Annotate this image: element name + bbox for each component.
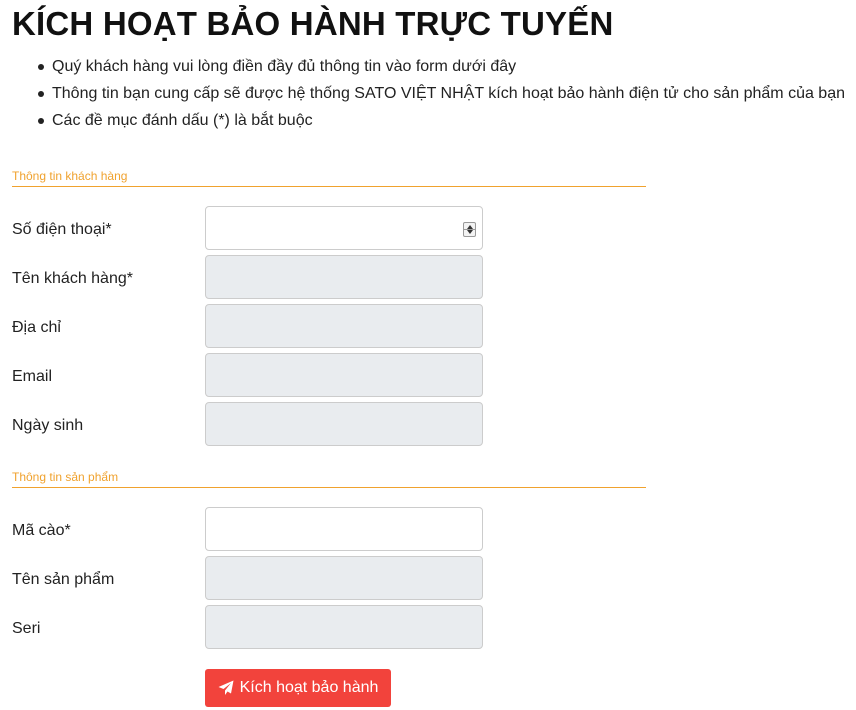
- customer-name-field[interactable]: [205, 255, 483, 299]
- scratch-code-label: Mã cào*: [12, 522, 71, 539]
- serial-input[interactable]: [206, 606, 466, 646]
- email-input[interactable]: [206, 354, 466, 394]
- product-name-field[interactable]: [205, 556, 483, 600]
- number-spinner[interactable]: [463, 222, 476, 237]
- instruction-item: Quý khách hàng vui lòng điền đầy đủ thôn…: [38, 53, 845, 80]
- birthday-input[interactable]: [206, 403, 466, 443]
- birthday-label: Ngày sinh: [12, 417, 84, 434]
- serial-field[interactable]: [205, 605, 483, 649]
- scratch-code-field[interactable]: [205, 507, 483, 551]
- activate-warranty-button[interactable]: Kích hoạt bảo hành: [205, 669, 391, 707]
- phone-input[interactable]: [206, 207, 466, 247]
- phone-label: Số điện thoại*: [12, 221, 112, 238]
- page-title: KÍCH HOẠT BẢO HÀNH TRỰC TUYẾN: [12, 5, 614, 42]
- birthday-field[interactable]: [205, 402, 483, 446]
- phone-field[interactable]: [205, 206, 483, 250]
- product-name-input[interactable]: [206, 557, 466, 597]
- instructions-list: Quý khách hàng vui lòng điền đầy đủ thôn…: [38, 53, 845, 134]
- instruction-item: Các đề mục đánh dấu (*) là bắt buộc: [38, 107, 845, 134]
- serial-label: Seri: [12, 620, 41, 637]
- instruction-item: Thông tin bạn cung cấp sẽ được hệ thống …: [38, 80, 845, 107]
- address-input[interactable]: [206, 305, 466, 345]
- email-field[interactable]: [205, 353, 483, 397]
- customer-name-label: Tên khách hàng*: [12, 270, 133, 287]
- address-field[interactable]: [205, 304, 483, 348]
- address-label: Địa chỉ: [12, 319, 61, 336]
- product-section-legend: Thông tin sản phẩm: [12, 470, 646, 488]
- customer-section-legend: Thông tin khách hàng: [12, 169, 646, 187]
- scratch-code-input[interactable]: [206, 508, 466, 548]
- customer-name-input[interactable]: [206, 256, 466, 296]
- email-label: Email: [12, 368, 53, 385]
- activate-warranty-label: Kích hoạt bảo hành: [239, 679, 379, 696]
- spinner-down-icon[interactable]: [467, 230, 473, 234]
- paper-plane-icon: [218, 680, 234, 695]
- product-name-label: Tên sản phẩm: [12, 571, 115, 588]
